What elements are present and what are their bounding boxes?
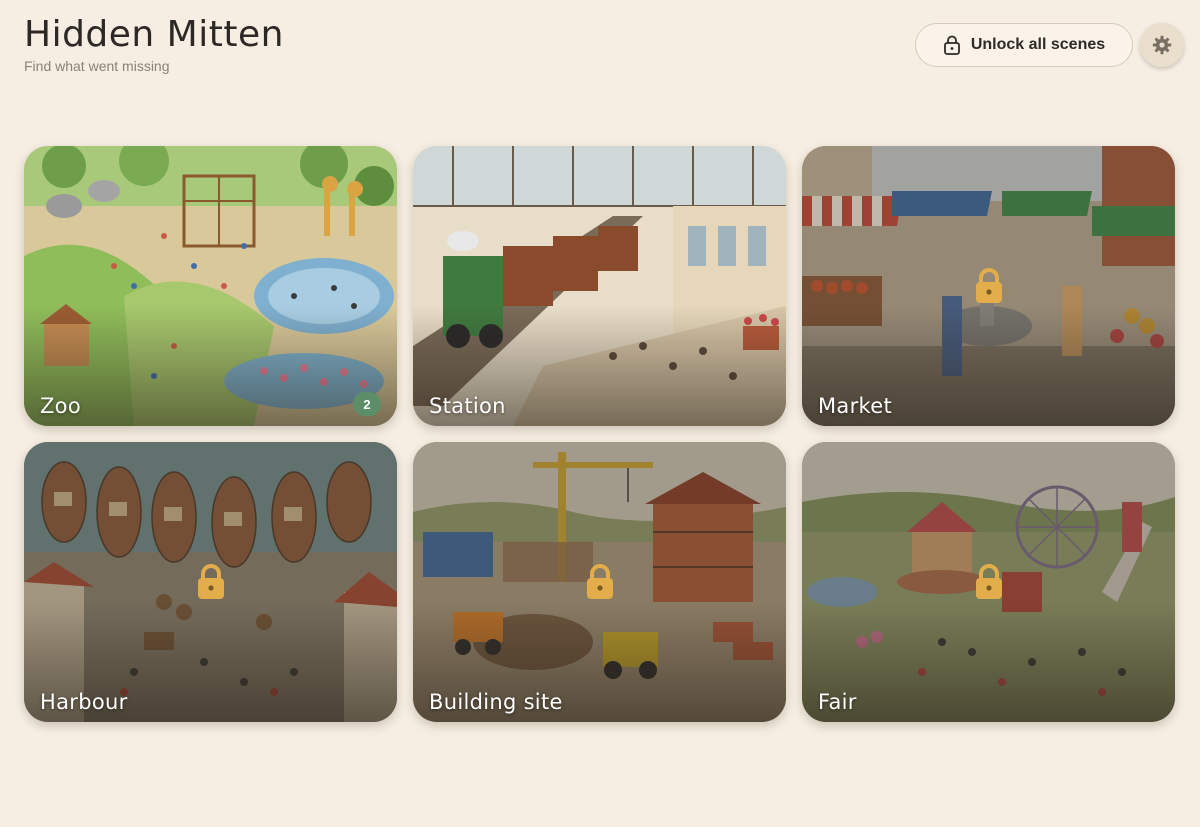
scene-card-building-site[interactable]: Building site bbox=[413, 442, 786, 722]
lock-icon bbox=[586, 564, 613, 599]
gear-icon bbox=[1152, 35, 1172, 55]
header: Hidden Mitten Find what went missing bbox=[24, 14, 284, 74]
scene-title: Zoo bbox=[40, 394, 81, 418]
lock-icon bbox=[975, 564, 1002, 599]
lock-icon bbox=[943, 35, 960, 55]
scene-title: Harbour bbox=[40, 690, 128, 714]
unlock-all-label: Unlock all scenes bbox=[970, 36, 1106, 53]
page-subtitle: Find what went missing bbox=[24, 58, 170, 74]
scene-card-fair[interactable]: Fair bbox=[802, 442, 1175, 722]
lock-icon bbox=[975, 268, 1002, 303]
lock-icon bbox=[197, 564, 224, 599]
unlock-all-button[interactable]: Unlock all scenes bbox=[915, 23, 1133, 67]
scene-card-harbour[interactable]: Harbour bbox=[24, 442, 397, 722]
page-title: Hidden Mitten bbox=[24, 14, 284, 55]
scene-title: Station bbox=[429, 394, 506, 418]
settings-button[interactable] bbox=[1140, 23, 1184, 67]
scene-title: Market bbox=[818, 394, 892, 418]
scene-card-station[interactable]: Station bbox=[413, 146, 786, 426]
found-count-badge: 2 bbox=[353, 392, 381, 416]
scene-card-market[interactable]: Market bbox=[802, 146, 1175, 426]
scene-title: Fair bbox=[818, 690, 857, 714]
scene-card-zoo[interactable]: Zoo 2 bbox=[24, 146, 397, 426]
scene-title: Building site bbox=[429, 690, 563, 714]
